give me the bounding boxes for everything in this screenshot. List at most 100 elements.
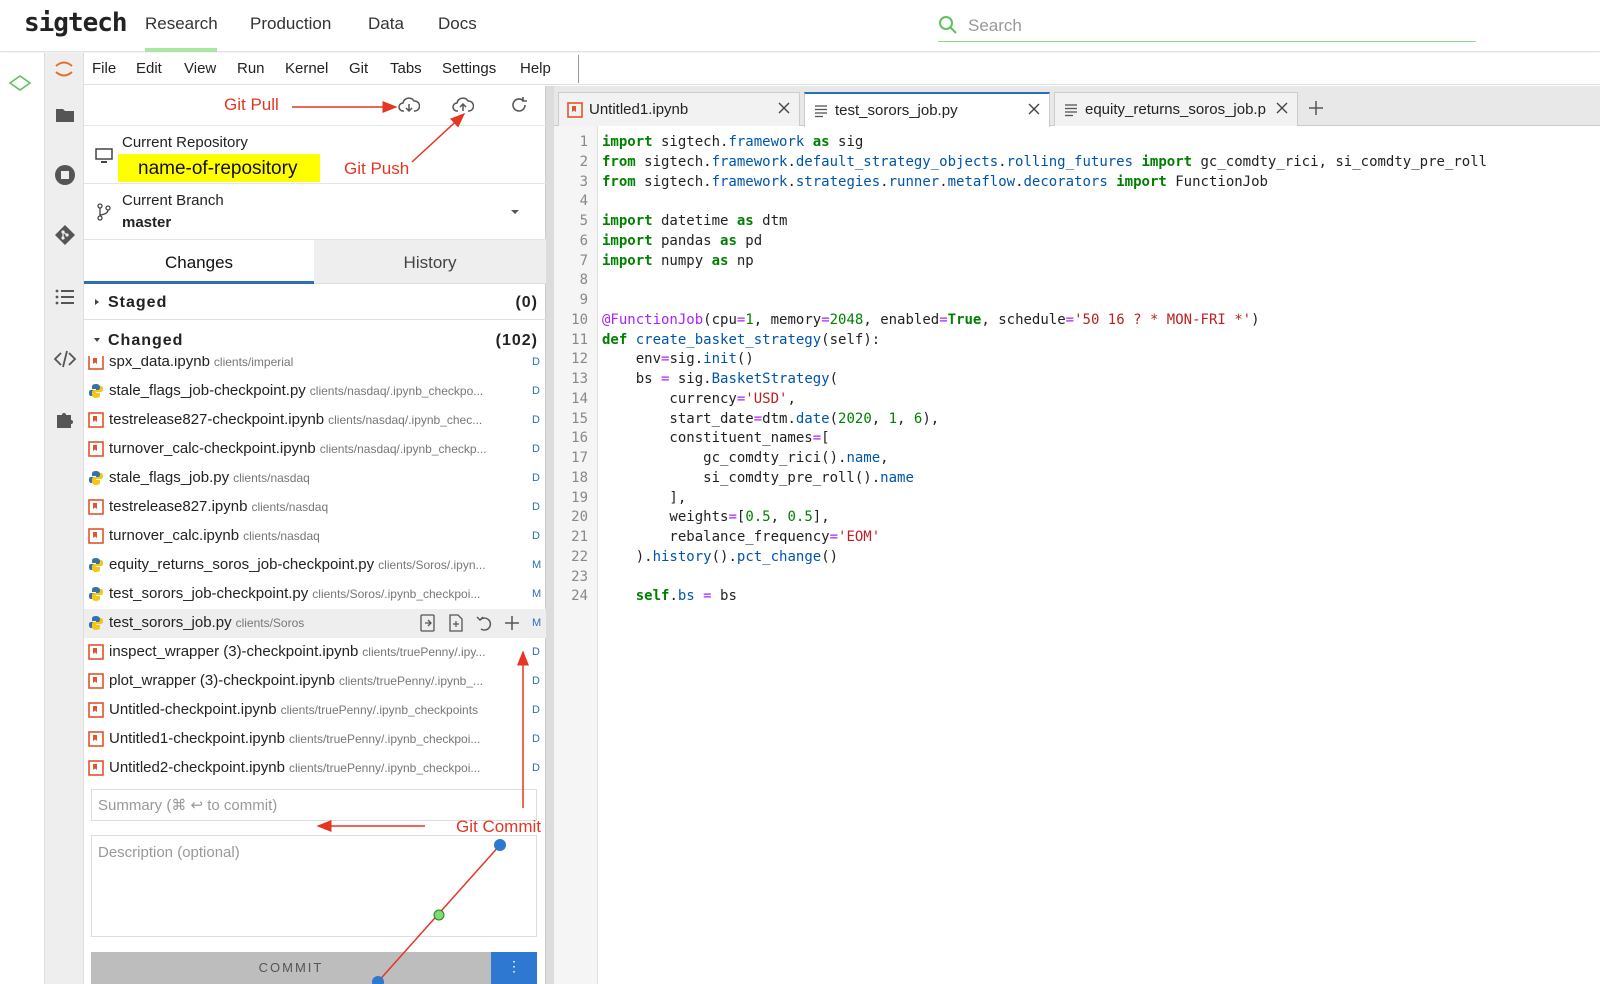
code-line: 23 — [554, 569, 1600, 589]
cloud-download-icon[interactable] — [398, 94, 420, 116]
jupyter-logo-icon — [55, 61, 73, 77]
line-number: 13 — [571, 371, 588, 387]
notebook-icon — [88, 528, 104, 544]
annotation-git-push: Git Push — [344, 159, 410, 178]
changed-section-header[interactable]: Changed (102) — [84, 324, 546, 358]
staged-section-header[interactable]: Staged (0) — [84, 286, 546, 320]
notebook-icon — [88, 673, 104, 689]
file-status: D — [532, 675, 540, 687]
line-number: 6 — [579, 232, 588, 249]
code-line: 11 def create_basket_strategy(self): — [554, 332, 1600, 352]
file-path: clients/nasdaq/.ipynb_checkp... — [319, 442, 487, 456]
menu-kernel[interactable]: Kernel — [285, 60, 328, 77]
notebook-icon — [88, 356, 104, 370]
tab-label: Untitled1.ipynb — [589, 101, 689, 118]
notebook-icon — [88, 702, 104, 718]
close-icon[interactable] — [1027, 102, 1041, 116]
open-file-icon[interactable] — [418, 613, 438, 633]
staged-label: Staged — [108, 294, 168, 311]
file-row[interactable]: inspect_wrapper (3)-checkpoint.ipynb clie… — [84, 638, 546, 667]
file-status: M — [532, 588, 542, 600]
nav-research[interactable]: Research — [145, 14, 218, 34]
git-icon[interactable] — [53, 223, 77, 247]
file-row[interactable]: testrelease827.ipynb clients/nasdaq D — [84, 493, 546, 522]
tab-changes[interactable]: Changes — [84, 240, 314, 284]
notebook-icon — [88, 412, 104, 428]
file-row[interactable]: Untitled-checkpoint.ipynb clients/truePen… — [84, 696, 546, 725]
discard-icon[interactable] — [474, 613, 494, 633]
current-branch[interactable]: Current Branch master — [84, 184, 546, 240]
code-line: 1 import sigtech.framework as sig — [554, 134, 1600, 154]
file-row[interactable]: spx_data.ipynb clients/imperial D — [84, 356, 546, 377]
diff-icon[interactable] — [446, 613, 466, 633]
file-row[interactable]: turnover_calc.ipynb clients/nasdaq D — [84, 522, 546, 551]
file-status: D — [532, 385, 540, 397]
current-repository[interactable]: Current Repository name-of-repository — [84, 126, 546, 184]
menu-file[interactable]: File — [92, 60, 116, 77]
nav-data[interactable]: Data — [368, 14, 404, 34]
code-text: currency='USD', — [602, 390, 796, 407]
commit-button[interactable]: COMMIT — [91, 952, 491, 984]
menu-edit[interactable]: Edit — [136, 60, 162, 77]
code-line: 15 start_date=dtm.date(2020, 1, 6), — [554, 411, 1600, 431]
sigtech-research-icon[interactable] — [8, 71, 32, 95]
chevron-down-icon[interactable] — [508, 206, 522, 218]
sigtech-logo[interactable]: sigtech — [24, 8, 128, 38]
menu-run[interactable]: Run — [237, 60, 265, 77]
running-icon[interactable] — [53, 163, 77, 187]
commit-options-button[interactable]: ⋮ — [491, 952, 537, 984]
toc-icon[interactable] — [53, 285, 77, 309]
menu-tabs[interactable]: Tabs — [390, 60, 422, 77]
stage-plus-icon[interactable] — [502, 613, 522, 633]
file-row[interactable]: plot_wrapper (3)-checkpoint.ipynb clients… — [84, 667, 546, 696]
file-row[interactable]: turnover_calc-checkpoint.ipynb clients/na… — [84, 435, 546, 464]
file-row[interactable]: Untitled2-checkpoint.ipynb clients/truePe… — [84, 754, 546, 776]
tab-untitled1[interactable]: Untitled1.ipynb — [558, 92, 800, 126]
file-name: plot_wrapper (3)-checkpoint.ipynb clients… — [109, 672, 484, 689]
line-number: 21 — [571, 529, 588, 545]
menu-help[interactable]: Help — [520, 60, 551, 77]
file-path: clients/Soros/.ipynb_checkpoi... — [312, 587, 481, 601]
file-row[interactable]: testrelease827-checkpoint.ipynb clients/n… — [84, 406, 546, 435]
cloud-upload-icon[interactable] — [452, 94, 474, 116]
menu-divider — [578, 55, 579, 83]
extension-icon[interactable] — [53, 407, 77, 431]
search-input[interactable] — [968, 14, 1468, 38]
code-text: constituent_names=[ — [602, 430, 830, 447]
panel-splitter[interactable] — [546, 86, 554, 984]
file-row[interactable]: stale_flags_job-checkpoint.py clients/nas… — [84, 377, 546, 406]
file-row[interactable]: stale_flags_job.py clients/nasdaq D — [84, 464, 546, 493]
file-path: clients/truePenny/.ipynb_checkpoints — [280, 703, 479, 717]
file-row[interactable]: Untitled1-checkpoint.ipynb clients/truePe… — [84, 725, 546, 754]
line-number: 17 — [571, 450, 588, 466]
file-name: Untitled2-checkpoint.ipynb clients/truePe… — [109, 759, 481, 776]
notebook-icon — [88, 731, 104, 747]
menu-view[interactable]: View — [184, 60, 216, 77]
tab-equity-returns[interactable]: equity_returns_soros_job.p — [1054, 92, 1298, 126]
folder-icon[interactable] — [53, 103, 77, 127]
file-row[interactable]: test_sorors_job-checkpoint.py clients/Sor… — [84, 580, 546, 609]
close-icon[interactable] — [1275, 101, 1289, 115]
code-text: self.bs = bs — [635, 588, 737, 605]
nav-production[interactable]: Production — [250, 14, 331, 34]
tab-history[interactable]: History — [314, 240, 546, 284]
refresh-icon[interactable] — [508, 94, 530, 116]
commit-description-input[interactable] — [91, 835, 537, 937]
code-line: 24 self.bs = bs — [554, 588, 1600, 608]
menu-git[interactable]: Git — [349, 60, 368, 77]
code-line: 19 ], — [554, 490, 1600, 510]
code-line: 5 import datetime as dtm — [554, 213, 1600, 233]
file-name: inspect_wrapper (3)-checkpoint.ipynb clie… — [109, 643, 486, 660]
file-row[interactable]: test_sorors_job.py clients/Soros M — [84, 609, 546, 638]
code-icon[interactable] — [53, 347, 77, 371]
add-tab-icon[interactable] — [1304, 96, 1328, 120]
code-line: 7 import numpy as np — [554, 253, 1600, 273]
close-icon[interactable] — [777, 101, 791, 115]
file-row[interactable]: equity_returns_soros_job-checkpoint.py cl… — [84, 551, 546, 580]
nav-docs[interactable]: Docs — [438, 14, 477, 34]
branch-icon — [97, 203, 111, 221]
menu-settings[interactable]: Settings — [442, 60, 496, 77]
git-panel: Current Repository name-of-repository Cu… — [84, 86, 546, 984]
tab-test-sorors-job[interactable]: test_sorors_job.py — [804, 92, 1050, 127]
line-number: 24 — [571, 588, 588, 605]
